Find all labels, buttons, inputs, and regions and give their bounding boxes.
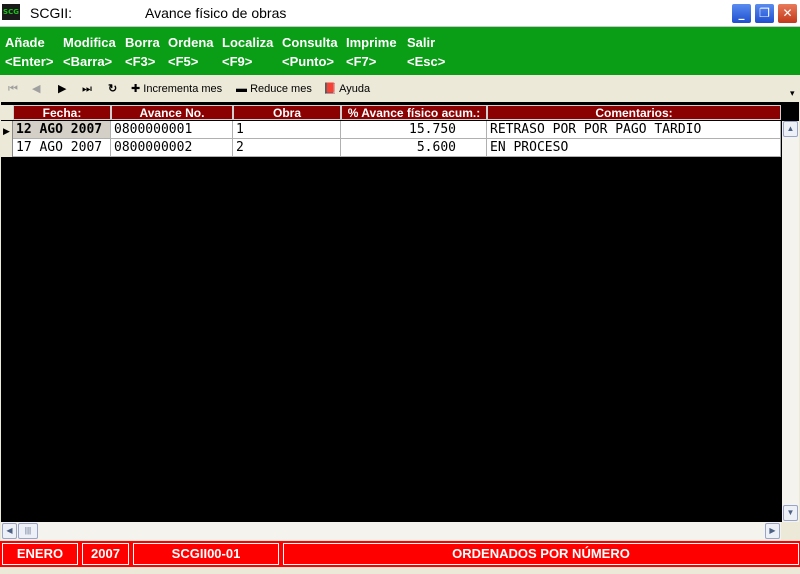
status-month: ENERO (2, 543, 78, 565)
menu-consulta[interactable]: Consulta <Punto> (282, 33, 338, 71)
next-record-icon[interactable]: ▶ (58, 81, 66, 97)
reduce-month-button[interactable]: ▬ Reduce mes (236, 81, 312, 97)
row-indicator: ▶ (1, 121, 13, 139)
menu-label: Imprime (346, 35, 397, 50)
row-indicator (1, 139, 13, 157)
help-label: Ayuda (339, 83, 371, 95)
cell-pct[interactable]: 5.600 (341, 139, 487, 157)
table-row[interactable]: ▶ 12 AGO 2007 0800000001 1 15.750 RETRAS… (1, 121, 781, 139)
scroll-thumb[interactable]: ||| (18, 523, 38, 539)
menu-key: <F9> (222, 54, 253, 69)
menu-key: <F5> (168, 54, 199, 69)
menu-key: <Punto> (282, 54, 335, 69)
increment-month-label: Incrementa mes (143, 83, 223, 95)
maximize-button[interactable]: ❐ (754, 3, 775, 24)
scroll-down-icon[interactable]: ▼ (783, 505, 798, 521)
menu-key: <Esc> (407, 54, 446, 69)
menu-key: <Barra> (63, 54, 113, 69)
refresh-icon[interactable]: ↻ (108, 81, 117, 97)
cell-avance[interactable]: 0800000002 (111, 139, 233, 157)
status-message: ORDENADOS POR NÚMERO (283, 543, 799, 565)
column-header-obra[interactable]: Obra (233, 105, 341, 120)
toolbar: ⏮ ◀ ▶ ⏭ ↻ ✚ Incrementa mes ▬ Reduce mes … (0, 78, 800, 100)
reduce-month-label: Reduce mes (250, 83, 312, 95)
menu-label: Salir (407, 35, 436, 50)
cell-obra[interactable]: 2 (233, 139, 341, 157)
close-button[interactable]: ✕ (777, 3, 798, 24)
book-icon: 📕 (323, 83, 337, 95)
menu-label: Modifica (63, 35, 116, 50)
menu-modifica[interactable]: Modifica <Barra> (63, 33, 116, 71)
data-grid: Fecha: Avance No. Obra % Avance físico a… (1, 102, 799, 522)
minus-icon: ▬ (236, 83, 247, 95)
menu-key: <Enter> (5, 54, 54, 69)
scroll-left-icon[interactable]: ◀ (2, 523, 17, 539)
menu-label: Borra (125, 35, 160, 50)
column-header-avance[interactable]: Avance No. (111, 105, 233, 120)
menu-label: Añade (5, 35, 45, 50)
table-row[interactable]: 17 AGO 2007 0800000002 2 5.600 EN PROCES… (1, 139, 781, 157)
column-header-pct[interactable]: % Avance físico acum.: (341, 105, 487, 120)
menu-label: Localiza (222, 35, 274, 50)
menu-key: <F3> (125, 54, 156, 69)
menu-key: <F7> (346, 54, 377, 69)
cell-comentarios[interactable]: RETRASO POR POR PAGO TARDIO (487, 121, 781, 139)
prev-record-icon[interactable]: ◀ (32, 81, 40, 97)
help-button[interactable]: 📕 Ayuda (323, 81, 370, 97)
vertical-scrollbar[interactable]: ▲ ▼ (782, 121, 799, 522)
cell-obra[interactable]: 1 (233, 121, 341, 139)
menu-ordena[interactable]: Ordena <F5> (168, 33, 214, 71)
increment-month-button[interactable]: ✚ Incrementa mes (131, 81, 222, 97)
menu-bar: Añade <Enter> Modifica <Barra> Borra <F3… (0, 27, 800, 75)
cell-fecha[interactable]: 17 AGO 2007 (13, 139, 111, 157)
horizontal-scrollbar[interactable]: ◀ ||| ▶ (1, 522, 781, 540)
menu-label: Consulta (282, 35, 338, 50)
scroll-right-icon[interactable]: ▶ (765, 523, 780, 539)
last-record-icon[interactable]: ⏭ (82, 81, 92, 97)
toolbar-overflow-icon[interactable]: ▾ (790, 85, 795, 101)
column-header-comentarios[interactable]: Comentarios: (487, 105, 781, 120)
status-bar: ENERO 2007 SCGII00-01 ORDENADOS POR NÚME… (0, 541, 800, 567)
cell-fecha[interactable]: 12 AGO 2007 (13, 121, 111, 139)
cell-avance[interactable]: 0800000001 (111, 121, 233, 139)
plus-icon: ✚ (131, 83, 141, 95)
scroll-up-icon[interactable]: ▲ (783, 121, 798, 137)
cell-pct[interactable]: 15.750 (341, 121, 487, 139)
first-record-icon[interactable]: ⏮ (8, 81, 18, 97)
menu-label: Ordena (168, 35, 214, 50)
menu-salir[interactable]: Salir <Esc> (407, 33, 445, 71)
menu-anade[interactable]: Añade <Enter> (5, 33, 53, 71)
menu-imprime[interactable]: Imprime <F7> (346, 33, 397, 71)
menu-localiza[interactable]: Localiza <F9> (222, 33, 273, 71)
status-code: SCGII00-01 (133, 543, 279, 565)
grid-header-corner (1, 105, 13, 120)
row-pointer-icon: ▶ (3, 126, 10, 136)
app-icon: SCG (2, 4, 20, 20)
app-name: SCGII: (30, 5, 73, 21)
menu-borra[interactable]: Borra <F3> (125, 33, 160, 71)
window-title: Avance físico de obras (145, 5, 287, 21)
column-header-fecha[interactable]: Fecha: (13, 105, 111, 120)
bottom-strip (0, 567, 800, 574)
cell-comentarios[interactable]: EN PROCESO (487, 139, 781, 157)
title-bar: SCG SCGII: Avance físico de obras _ ❐ ✕ (0, 0, 800, 27)
status-year: 2007 (82, 543, 129, 565)
minimize-button[interactable]: _ (731, 3, 752, 24)
